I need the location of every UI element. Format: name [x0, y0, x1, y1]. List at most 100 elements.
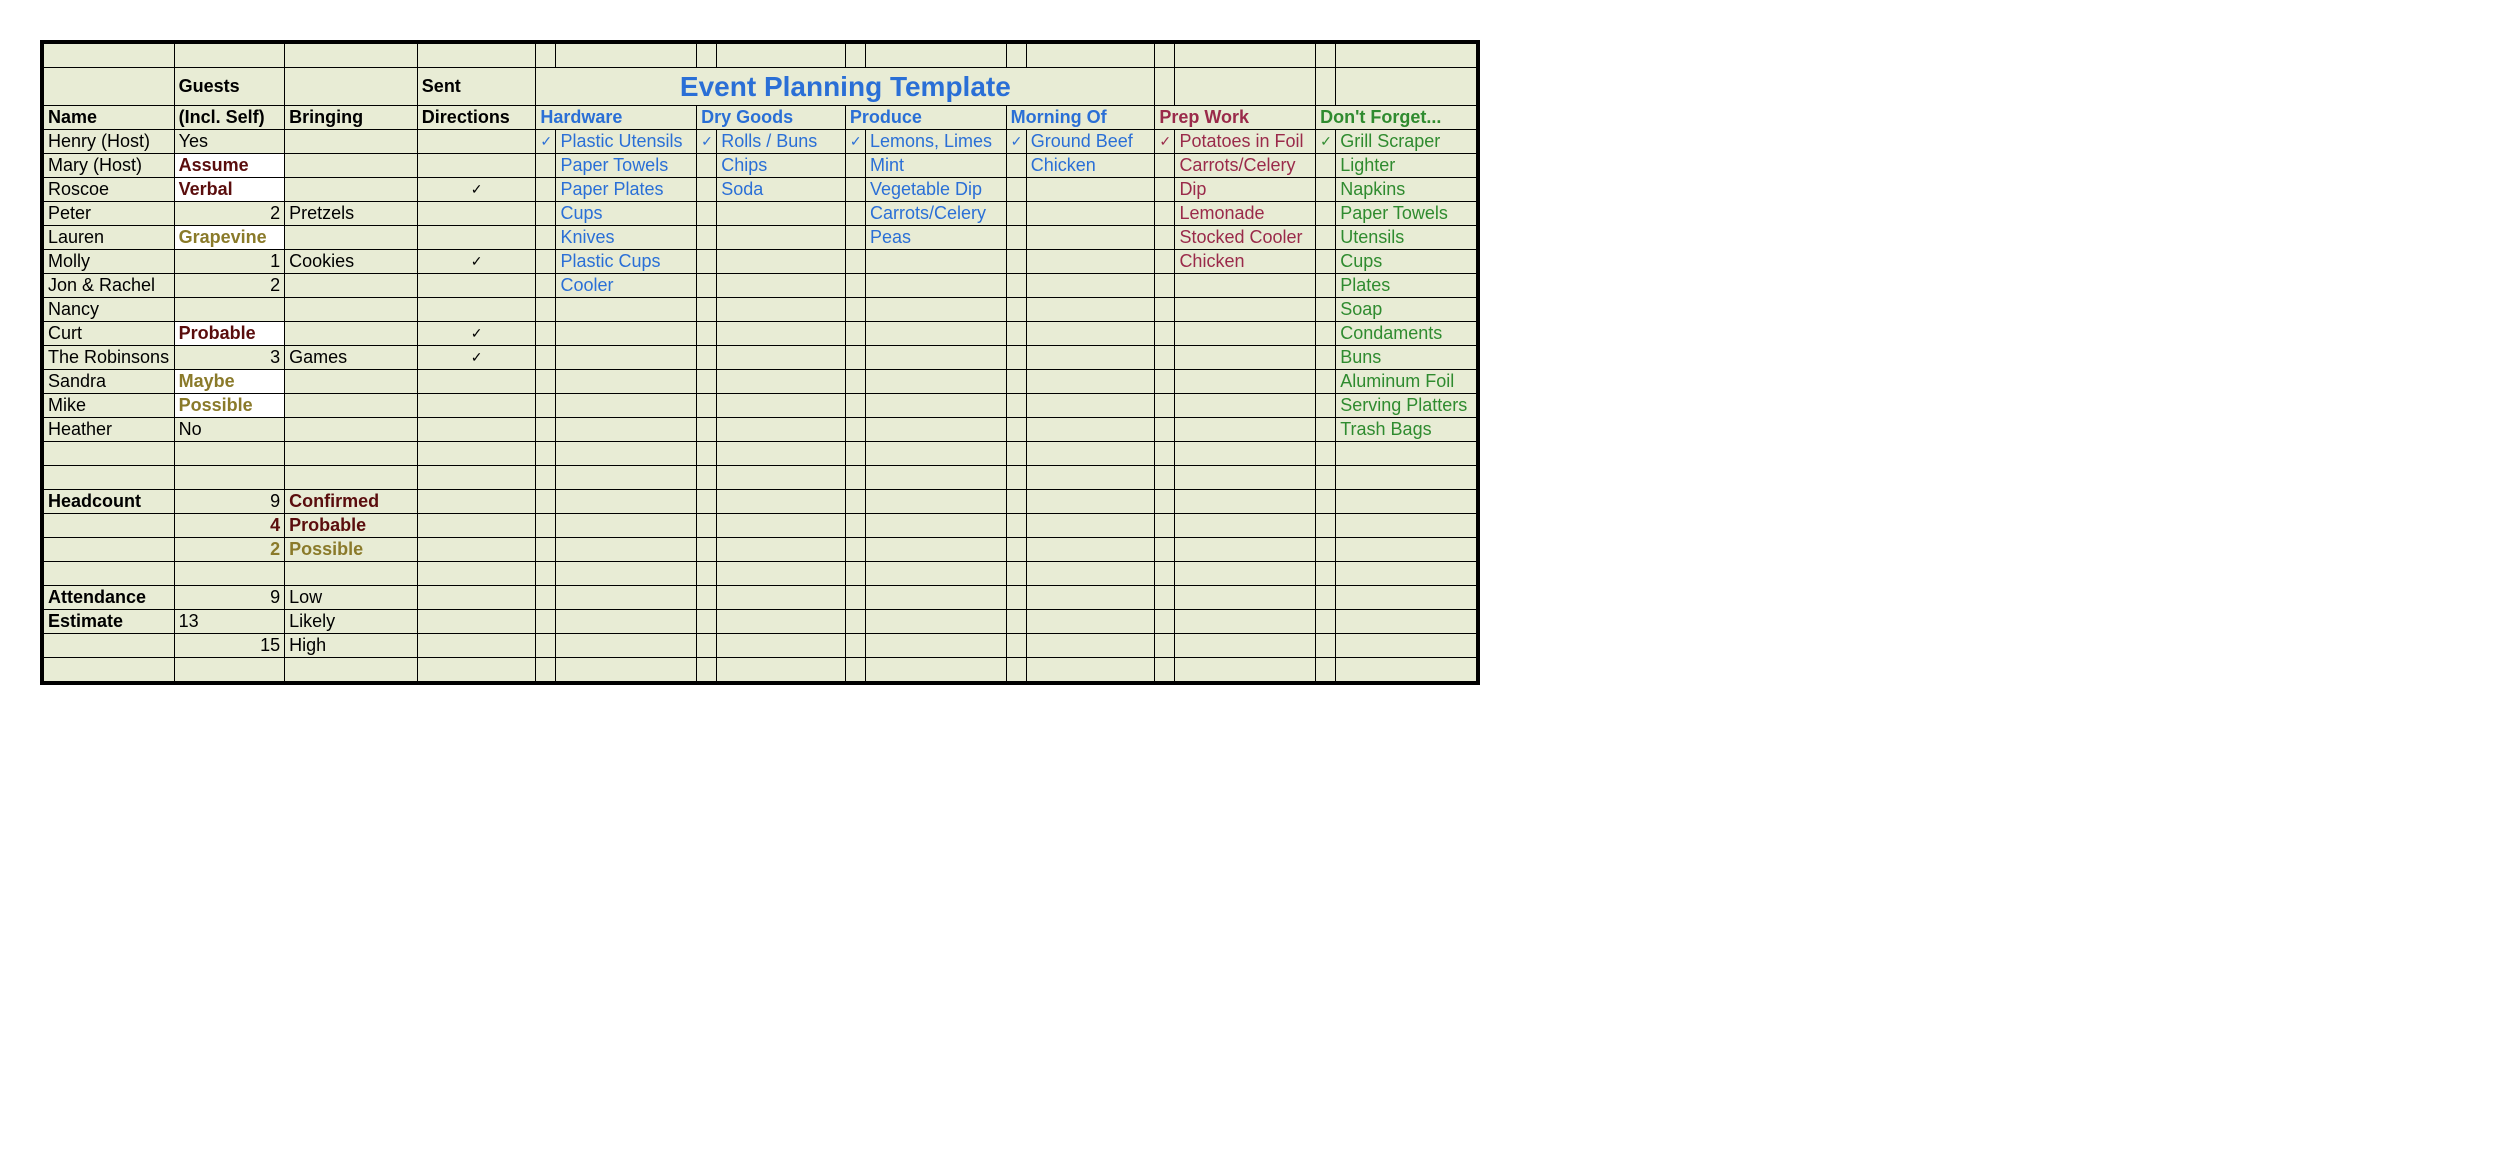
- empty-cell[interactable]: [865, 394, 1006, 418]
- empty-cell[interactable]: [44, 658, 175, 682]
- empty-cell[interactable]: [174, 466, 285, 490]
- check-icon[interactable]: [1316, 370, 1336, 394]
- empty-cell[interactable]: [1175, 44, 1316, 68]
- empty-cell[interactable]: [1155, 68, 1175, 106]
- empty-cell[interactable]: [1155, 658, 1175, 682]
- estimate-label[interactable]: Estimate: [44, 610, 175, 634]
- header-prep[interactable]: Prep Work: [1155, 106, 1316, 130]
- drygoods-item[interactable]: Chips: [717, 154, 846, 178]
- dontforget-item[interactable]: Aluminum Foil: [1336, 370, 1477, 394]
- empty-cell[interactable]: [174, 562, 285, 586]
- empty-cell[interactable]: [1006, 658, 1026, 682]
- empty-cell[interactable]: [697, 490, 717, 514]
- hardware-item[interactable]: Paper Towels: [556, 154, 697, 178]
- empty-cell[interactable]: [1006, 490, 1026, 514]
- empty-cell[interactable]: [285, 658, 418, 682]
- empty-cell[interactable]: [1006, 202, 1026, 226]
- empty-cell[interactable]: [1006, 586, 1026, 610]
- empty-cell[interactable]: [1175, 514, 1316, 538]
- empty-cell[interactable]: [845, 346, 865, 370]
- empty-cell[interactable]: [845, 634, 865, 658]
- empty-cell[interactable]: [1026, 394, 1155, 418]
- guest-directions[interactable]: ✓: [417, 322, 536, 346]
- empty-cell[interactable]: [697, 634, 717, 658]
- empty-cell[interactable]: [536, 562, 556, 586]
- check-icon[interactable]: [536, 250, 556, 274]
- empty-cell[interactable]: [1155, 634, 1175, 658]
- empty-cell[interactable]: [717, 322, 846, 346]
- guest-bringing[interactable]: [285, 178, 418, 202]
- empty-cell[interactable]: [845, 298, 865, 322]
- empty-cell[interactable]: [556, 610, 697, 634]
- empty-cell[interactable]: [845, 514, 865, 538]
- empty-cell[interactable]: [717, 202, 846, 226]
- guest-bringing[interactable]: [285, 298, 418, 322]
- empty-cell[interactable]: [865, 658, 1006, 682]
- empty-cell[interactable]: [1026, 490, 1155, 514]
- guest-directions[interactable]: [417, 130, 536, 154]
- empty-cell[interactable]: [865, 586, 1006, 610]
- check-icon[interactable]: [1316, 178, 1336, 202]
- empty-cell[interactable]: [556, 322, 697, 346]
- guest-bringing[interactable]: [285, 322, 418, 346]
- drygoods-item[interactable]: Soda: [717, 178, 846, 202]
- empty-cell[interactable]: [536, 634, 556, 658]
- guest-incl[interactable]: Grapevine: [174, 226, 285, 250]
- hardware-item[interactable]: Plastic Cups: [556, 250, 697, 274]
- empty-cell[interactable]: [1026, 274, 1155, 298]
- check-icon[interactable]: [1316, 298, 1336, 322]
- empty-cell[interactable]: [845, 442, 865, 466]
- header-hardware[interactable]: Hardware: [536, 106, 697, 130]
- empty-cell[interactable]: [1175, 610, 1316, 634]
- guest-bringing[interactable]: [285, 274, 418, 298]
- hardware-item[interactable]: Plastic Utensils: [556, 130, 697, 154]
- check-icon[interactable]: [697, 178, 717, 202]
- dontforget-item[interactable]: Grill Scraper: [1336, 130, 1477, 154]
- empty-cell[interactable]: [1316, 442, 1336, 466]
- guest-bringing[interactable]: [285, 154, 418, 178]
- probable-label[interactable]: Probable: [285, 514, 418, 538]
- empty-cell[interactable]: [717, 466, 846, 490]
- dontforget-item[interactable]: Cups: [1336, 250, 1477, 274]
- empty-cell[interactable]: [1006, 418, 1026, 442]
- empty-cell[interactable]: [697, 226, 717, 250]
- empty-cell[interactable]: [1175, 442, 1316, 466]
- high-label[interactable]: High: [285, 634, 418, 658]
- empty-cell[interactable]: [717, 274, 846, 298]
- empty-cell[interactable]: [1175, 562, 1316, 586]
- empty-cell[interactable]: [556, 44, 697, 68]
- empty-cell[interactable]: [536, 466, 556, 490]
- empty-cell[interactable]: [1006, 370, 1026, 394]
- empty-cell[interactable]: [285, 44, 418, 68]
- hardware-item[interactable]: Knives: [556, 226, 697, 250]
- attendance-value[interactable]: 9: [174, 586, 285, 610]
- empty-cell[interactable]: [697, 274, 717, 298]
- guest-directions[interactable]: [417, 154, 536, 178]
- empty-cell[interactable]: [865, 442, 1006, 466]
- guest-incl[interactable]: 1: [174, 250, 285, 274]
- empty-cell[interactable]: [1026, 322, 1155, 346]
- empty-cell[interactable]: [1026, 658, 1155, 682]
- guest-name[interactable]: Nancy: [44, 298, 175, 322]
- empty-cell[interactable]: [697, 418, 717, 442]
- guest-bringing[interactable]: Cookies: [285, 250, 418, 274]
- likely-label[interactable]: Likely: [285, 610, 418, 634]
- check-icon[interactable]: [845, 154, 865, 178]
- check-icon[interactable]: [1316, 226, 1336, 250]
- check-icon[interactable]: [845, 202, 865, 226]
- guest-directions[interactable]: ✓: [417, 178, 536, 202]
- guest-name[interactable]: Henry (Host): [44, 130, 175, 154]
- empty-cell[interactable]: [697, 370, 717, 394]
- guest-bringing[interactable]: Pretzels: [285, 202, 418, 226]
- empty-cell[interactable]: [44, 466, 175, 490]
- empty-cell[interactable]: [1175, 322, 1316, 346]
- empty-cell[interactable]: [285, 466, 418, 490]
- empty-cell[interactable]: [1175, 466, 1316, 490]
- empty-cell[interactable]: [1155, 44, 1175, 68]
- header-name[interactable]: Name: [44, 106, 175, 130]
- empty-cell[interactable]: [556, 586, 697, 610]
- empty-cell[interactable]: [1336, 586, 1477, 610]
- empty-cell[interactable]: [536, 370, 556, 394]
- empty-cell[interactable]: [1336, 658, 1477, 682]
- empty-cell[interactable]: [1155, 298, 1175, 322]
